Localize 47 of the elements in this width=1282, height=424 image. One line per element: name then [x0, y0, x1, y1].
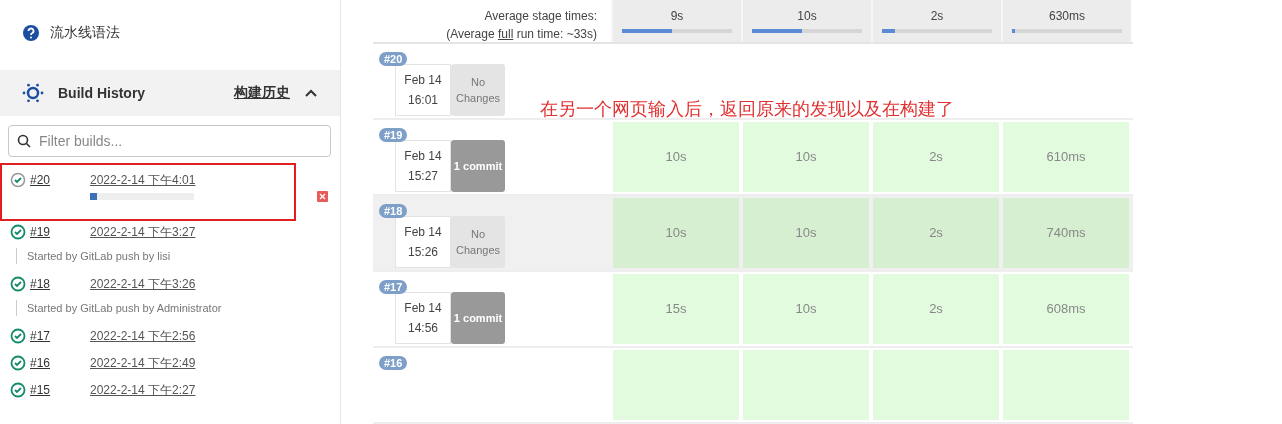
build-history-title: Build History [58, 85, 147, 101]
run-number-badge: #20 [379, 51, 408, 66]
run-number-badge: #19 [379, 127, 408, 142]
build-number-link[interactable]: #16 [30, 356, 90, 370]
success-check-icon [10, 355, 26, 371]
stage-average-time: 9s [670, 9, 684, 23]
success-check-icon [10, 224, 26, 240]
gear-icon [22, 82, 44, 104]
collapse-caret-icon[interactable] [304, 88, 318, 98]
run-date-box: Feb 14 15:27 [395, 139, 451, 192]
success-check-icon [10, 328, 26, 344]
run-number-badge: #17 [379, 279, 408, 294]
changes-box[interactable]: No Changes [451, 63, 505, 116]
build-description: Started by GitLab push by Administrator [16, 300, 340, 316]
annotation-text: 在另一个网页输入后，返回原来的发现以及在构建了 [540, 97, 954, 121]
search-icon [17, 134, 31, 148]
help-icon [22, 24, 40, 42]
build-date-link[interactable]: 2022-2-14 下午3:26 [90, 275, 196, 293]
run-date-box: Feb 14 15:26 [395, 215, 451, 268]
build-history-link[interactable]: 构建历史 [234, 84, 290, 102]
changes-box[interactable]: No Changes [451, 215, 505, 268]
average-run-time-text: (Average full run time: ~33s) [446, 27, 597, 41]
build-description: Started by GitLab push by lisi [16, 248, 340, 264]
pipeline-syntax-link[interactable]: 流水线语法 [50, 24, 120, 42]
stage-average-time: 630ms [1049, 9, 1085, 23]
run-number-badge: #18 [379, 203, 408, 218]
build-number-link[interactable]: #17 [30, 329, 90, 343]
success-check-icon [10, 382, 26, 398]
build-date-link[interactable]: 2022-2-14 下午4:01 [90, 171, 196, 189]
build-date-link[interactable]: 2022-2-14 下午3:27 [90, 223, 196, 241]
build-date-link[interactable]: 2022-2-14 下午2:56 [90, 327, 196, 345]
run-date-box: Feb 14 14:56 [395, 291, 451, 344]
run-number-badge: #16 [379, 355, 408, 370]
build-date-link[interactable]: 2022-2-14 下午2:49 [90, 354, 196, 372]
cancel-icon[interactable] [317, 191, 328, 202]
stage-average-time: 10s [797, 9, 817, 23]
build-number-link[interactable]: #18 [30, 277, 90, 291]
success-check-icon [10, 276, 26, 292]
filter-builds-field[interactable]: Filter builds... [8, 125, 331, 157]
run-date-box: Feb 14 16:01 [395, 63, 451, 116]
average-stage-times-label: Average stage times: [484, 9, 597, 23]
run-row[interactable]: #18 Feb 14 15:26 No Changes 10s 10s 2s 740ms [373, 195, 1133, 272]
build-number-link[interactable]: #20 [30, 173, 90, 187]
build-number-link[interactable]: #19 [30, 225, 90, 239]
build-date-link[interactable]: 2022-2-14 下午2:27 [90, 381, 196, 399]
stage-average-time: 2s [930, 9, 944, 23]
build-number-link[interactable]: #15 [30, 383, 90, 397]
